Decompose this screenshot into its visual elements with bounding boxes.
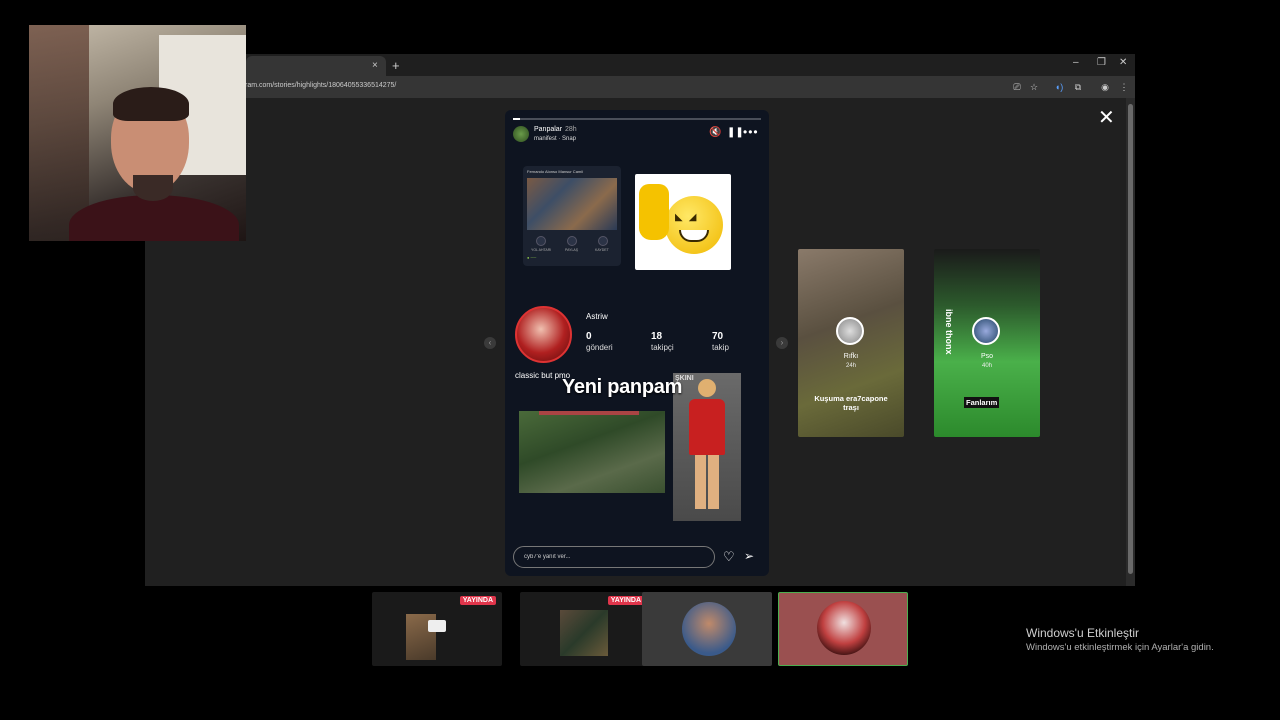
profile-avatar xyxy=(515,306,572,363)
player-head xyxy=(698,379,716,397)
like-heart-icon[interactable]: ♡ xyxy=(723,549,735,565)
game-screenshot xyxy=(519,411,665,493)
save-icon xyxy=(598,236,608,246)
card-button-label: KAYDET xyxy=(595,248,609,252)
story-reply-input[interactable] xyxy=(513,546,715,568)
story-close-icon[interactable]: ✕ xyxy=(1098,108,1115,128)
more-options-icon[interactable]: ••• xyxy=(743,125,759,139)
next-story-preview[interactable]: Rıfkı 24h Kuşuma era7capone traşı xyxy=(798,249,904,437)
stream-preview-thumbnail[interactable]: YAYINDA xyxy=(520,592,650,666)
scrollbar-thumb[interactable] xyxy=(1128,104,1133,574)
minimize-button[interactable]: – xyxy=(1073,57,1079,68)
tab-bar: × + – ❐ ✕ xyxy=(145,54,1135,76)
posts-label: gönderi xyxy=(586,343,613,352)
side-story-name: Rıfkı xyxy=(843,353,859,360)
card-button-label: YOL AHTARI xyxy=(531,248,552,252)
restore-button[interactable]: ❐ xyxy=(1097,57,1106,68)
participant-thumbnail[interactable] xyxy=(642,592,772,666)
mute-icon[interactable]: 🔇 xyxy=(709,127,721,138)
extensions-icon[interactable]: ⧉ xyxy=(1072,81,1084,93)
story-progress-fill xyxy=(513,118,521,120)
side-story-avatar xyxy=(836,317,864,345)
side-story-time: 40h xyxy=(981,363,992,369)
side-story-avatar xyxy=(972,317,1000,345)
story-author-avatar[interactable] xyxy=(513,126,529,142)
person-body xyxy=(69,195,239,241)
address-bar[interactable]: ram.com/stories/highlights/1806405533651… xyxy=(145,76,1135,98)
story-timestamp: 28h xyxy=(565,126,577,133)
story-caption-big: Yeni panpam xyxy=(562,376,683,398)
scrollbar[interactable] xyxy=(1126,98,1135,586)
url-text[interactable]: ram.com/stories/highlights/1806405533651… xyxy=(245,82,396,89)
send-icon[interactable]: ➢ xyxy=(744,549,754,563)
menu-kebab-icon[interactable]: ⋮ xyxy=(1118,81,1130,93)
live-badge: YAYINDA xyxy=(459,596,496,605)
pause-icon[interactable]: ❚❚ xyxy=(727,127,744,138)
stream-preview-thumbnail[interactable]: YAYINDA xyxy=(372,592,502,666)
middle-finger-hand-icon xyxy=(639,184,669,240)
background-wall xyxy=(29,25,89,241)
share-icon xyxy=(567,236,577,246)
person-hair xyxy=(113,87,189,121)
card-footer-icon: ● ── xyxy=(527,255,537,260)
smirk-face-icon: ◣◢ xyxy=(665,196,723,254)
windows-activation-subtitle: Windows'u etkinleştirmek için Ayarlar'a … xyxy=(1026,642,1214,653)
side-story-caption: Kuşuma era7capone traşı xyxy=(814,394,888,412)
side-story-vertical-text: ibne thonx xyxy=(944,309,954,355)
player-jersey xyxy=(689,399,725,455)
following-count: 70 xyxy=(712,331,724,342)
profile-icon[interactable]: ◉ xyxy=(1099,81,1111,93)
cast-icon[interactable]: ⎚ xyxy=(1011,81,1023,93)
story-author-name[interactable]: Panpalar xyxy=(534,126,562,133)
next-story-preview[interactable]: ibne thonx Pso 40h Fanlarım xyxy=(934,249,1040,437)
new-tab-button[interactable]: + xyxy=(392,58,400,73)
directions-icon xyxy=(536,236,546,246)
followers-count: 18 xyxy=(651,331,663,342)
card-image xyxy=(527,178,617,230)
active-tab[interactable]: × + xyxy=(246,56,400,76)
side-story-badge: Fanlarım xyxy=(964,397,1000,408)
side-story-time: 24h xyxy=(845,363,856,369)
profile-username: Astriw xyxy=(586,312,608,321)
thumbnail-content xyxy=(560,610,608,656)
shared-post-card: Fernando Alonso Mansur Camii YOL AHTARI … xyxy=(523,166,621,266)
emoji-eyes: ◣◢ xyxy=(675,212,703,223)
participant-avatar xyxy=(817,601,871,655)
story-viewer[interactable]: Panpalar 28h manifest · Snap 🔇 ❚❚ ••• Fe… xyxy=(505,110,769,576)
card-button-label: PAYLAŞ xyxy=(565,248,579,252)
game-health-bar xyxy=(539,411,639,415)
window-close-button[interactable]: ✕ xyxy=(1119,57,1127,68)
participant-thumbnail-active[interactable] xyxy=(778,592,908,666)
posts-count: 0 xyxy=(586,331,592,342)
story-music-label[interactable]: manifest · Snap xyxy=(534,136,576,142)
bookmark-star-icon[interactable]: ☆ xyxy=(1028,81,1040,93)
player-legs xyxy=(695,455,719,509)
followers-label: takipçi xyxy=(651,343,674,352)
emoji-mouth xyxy=(679,230,709,242)
audio-playing-icon[interactable]: ◖) xyxy=(1053,81,1065,93)
story-progress-bar xyxy=(513,118,761,120)
live-badge: YAYINDA xyxy=(607,596,644,605)
participant-avatar xyxy=(682,602,736,656)
person-beard xyxy=(133,175,173,201)
card-title: Fernando Alonso Mansur Camii xyxy=(527,169,584,174)
middle-finger-emoji-sticker: ◣◢ xyxy=(635,174,731,270)
following-label: takip xyxy=(712,343,729,352)
windows-activation-title: Windows'u Etkinleştir xyxy=(1026,626,1139,640)
screen-share-icon xyxy=(428,620,446,632)
next-story-arrow[interactable]: › xyxy=(776,337,788,349)
tab-close-icon[interactable]: × xyxy=(372,60,378,71)
webcam-overlay xyxy=(29,25,246,241)
football-player-render: ŞKINI xyxy=(673,373,741,521)
previous-story-arrow[interactable]: ‹ xyxy=(484,337,496,349)
side-story-name: Pso xyxy=(980,353,994,360)
